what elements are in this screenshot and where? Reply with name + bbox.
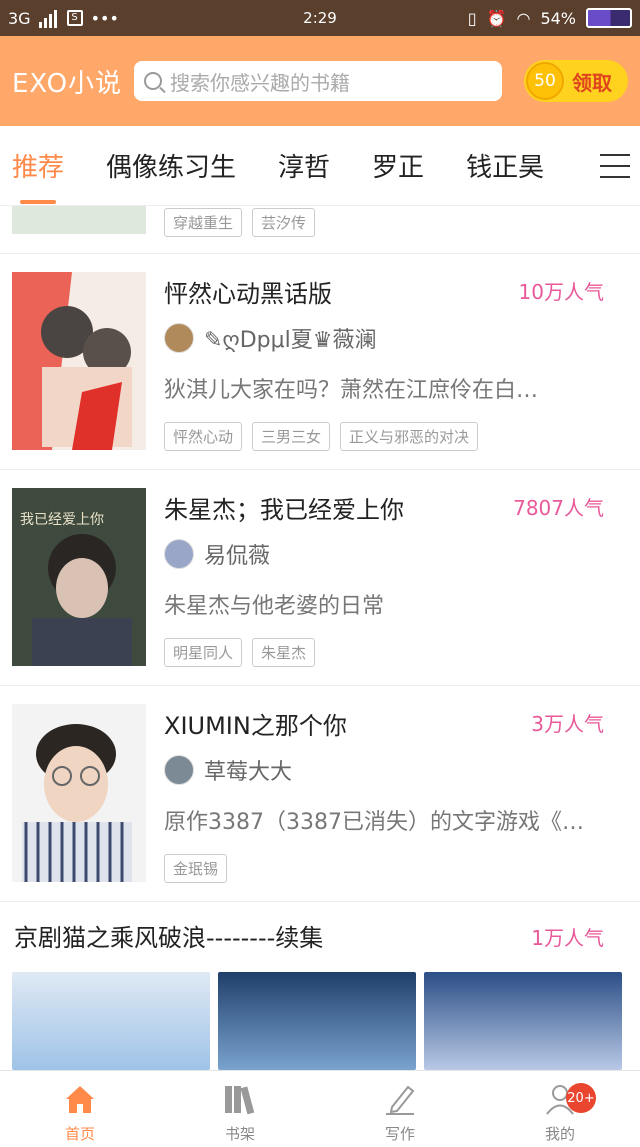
author-row[interactable]: 草莓大大: [164, 754, 292, 786]
nav-write[interactable]: 写作: [320, 1071, 480, 1147]
claim-label: 领取: [572, 70, 612, 95]
book-cover[interactable]: [12, 972, 210, 1070]
tab-idol-trainee[interactable]: 偶像练习生: [106, 147, 236, 184]
tab-luozheng[interactable]: 罗正: [372, 147, 424, 184]
claim-coins-button[interactable]: 50 领取: [524, 60, 628, 102]
book-tag[interactable]: 芸汐传: [252, 208, 316, 237]
book-cover[interactable]: [218, 972, 416, 1070]
list-item[interactable]: 我已经爱上你 朱星杰；我已经爱上你 7807人气 易侃薇 朱星杰与他老婆的日常 …: [0, 470, 640, 686]
book-cover: [12, 206, 146, 234]
book-cover: 我已经爱上你: [12, 488, 146, 666]
clock: 2:29: [303, 9, 337, 27]
book-tag[interactable]: 朱星杰: [252, 638, 316, 667]
popularity-label: 7807人气: [513, 496, 604, 520]
nav-label: 我的: [544, 1125, 575, 1143]
avatar: [164, 539, 194, 569]
status-bar: 3G S ••• 2:29 ▯ ⏰ ◠ 54%: [0, 0, 640, 36]
app-header: EXO小说 搜索你感兴趣的书籍 50 领取: [0, 36, 640, 126]
book-tag[interactable]: 穿越重生: [164, 208, 243, 237]
popularity-label: 10万人气: [518, 280, 604, 304]
nav-label: 首页: [64, 1125, 95, 1143]
book-title[interactable]: XIUMIN之那个你: [164, 706, 347, 741]
avatar: [164, 755, 194, 785]
bookshelf-icon: [225, 1086, 255, 1115]
book-tag[interactable]: 明星同人: [164, 638, 243, 667]
search-placeholder: 搜索你感兴趣的书籍: [170, 70, 350, 95]
tab-chunzhe[interactable]: 淳哲: [278, 147, 330, 184]
search-input[interactable]: 搜索你感兴趣的书籍: [134, 61, 502, 101]
book-title[interactable]: 朱星杰；我已经爱上你: [164, 490, 404, 525]
popularity-label: 1万人气: [531, 926, 604, 950]
author-name: 草莓大大: [204, 760, 293, 785]
author-name: ✎ღDpμl夏♛薇澜: [204, 328, 377, 353]
notification-badge: 20+: [566, 1083, 596, 1113]
nav-label: 书架: [224, 1125, 255, 1143]
author-row[interactable]: 易侃薇: [164, 538, 270, 570]
book-cover: [12, 704, 146, 882]
tab-recommend[interactable]: 推荐: [12, 147, 64, 204]
book-tag[interactable]: 三男三女: [252, 422, 331, 451]
svg-text:我已经爱上你: 我已经爱上你: [20, 512, 104, 528]
app-logo: EXO小说: [12, 68, 123, 99]
home-icon: [66, 1086, 94, 1113]
book-cover[interactable]: [424, 972, 622, 1070]
tab-qianzhenghao[interactable]: 钱正昊: [466, 147, 544, 184]
book-tag[interactable]: 怦然心动: [164, 422, 243, 451]
category-tabs: 推荐 偶像练习生 淳哲 罗正 钱正昊: [0, 126, 640, 206]
list-item[interactable]: XIUMIN之那个你 3万人气 草莓大大 原作3387（3387已消失）的文字游…: [0, 686, 640, 902]
section-title[interactable]: 京剧猫之乘风破浪--------续集: [14, 918, 323, 953]
nav-label: 写作: [384, 1125, 415, 1143]
book-tag[interactable]: 金珉锡: [164, 854, 228, 883]
avatar: [164, 323, 194, 353]
section-thumbnails: [12, 972, 622, 1070]
nav-bookshelf[interactable]: 书架: [160, 1071, 320, 1147]
list-item[interactable]: 怦然心动黑话版 10万人气 ✎ღDpμl夏♛薇澜 狄淇儿大家在吗？萧然在江庶伶在…: [0, 254, 640, 470]
menu-icon[interactable]: [600, 154, 630, 187]
book-title[interactable]: 怦然心动黑话版: [164, 274, 332, 309]
book-cover: [12, 272, 146, 450]
list-item[interactable]: 穿越重生 芸汐传: [0, 206, 640, 254]
bottom-nav: 首页 书架 写作 20+ 我的: [0, 1070, 640, 1147]
nav-profile[interactable]: 20+ 我的: [480, 1071, 640, 1147]
coin-icon: 50: [526, 62, 564, 100]
book-description: 狄淇儿大家在吗？萧然在江庶伶在白…: [164, 378, 539, 403]
book-description: 原作3387（3387已消失）的文字游戏《…: [164, 810, 584, 835]
popularity-label: 3万人气: [531, 712, 604, 736]
pencil-icon: [386, 1085, 415, 1115]
book-description: 朱星杰与他老婆的日常: [164, 594, 385, 619]
book-tag[interactable]: 正义与邪恶的对决: [340, 422, 479, 451]
author-row[interactable]: ✎ღDpμl夏♛薇澜: [164, 322, 376, 354]
nav-home[interactable]: 首页: [0, 1071, 160, 1147]
author-name: 易侃薇: [204, 544, 271, 569]
search-icon: [144, 72, 162, 90]
